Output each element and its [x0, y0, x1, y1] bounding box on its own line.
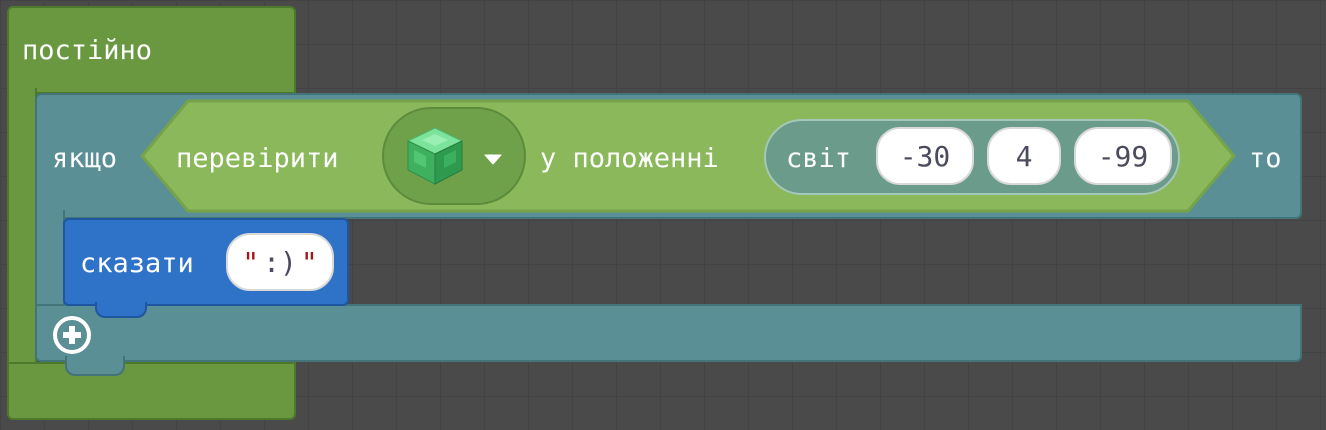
z-value: -99: [1097, 139, 1149, 173]
z-coordinate-input[interactable]: -99: [1074, 127, 1172, 185]
y-coordinate-input[interactable]: 4: [987, 127, 1061, 185]
check-label: перевірити: [176, 143, 339, 174]
if-footer: [35, 304, 1302, 362]
x-value: -30: [899, 139, 951, 173]
if-label: якщо: [52, 143, 118, 174]
chevron-down-icon[interactable]: [484, 150, 502, 165]
position-label: у положенні: [540, 143, 719, 174]
y-value: 4: [1015, 139, 1033, 173]
forever-footer: [7, 362, 296, 420]
forever-label: постійно: [22, 35, 153, 66]
world-label: світ: [786, 143, 852, 174]
forever-side: [7, 88, 37, 368]
if-side: [35, 210, 65, 310]
x-coordinate-input[interactable]: -30: [876, 127, 974, 185]
then-label: то: [1249, 143, 1282, 174]
say-block-notch: [95, 302, 147, 318]
say-text-value: :): [263, 245, 297, 279]
say-text-input[interactable]: " :) ": [226, 233, 334, 291]
if-footer-notch: [65, 356, 125, 376]
plus-circle-icon[interactable]: [51, 314, 93, 356]
quote-close: ": [300, 245, 318, 279]
quote-open: ": [242, 245, 260, 279]
say-label: сказати: [80, 248, 194, 279]
emerald-block-icon: [404, 124, 466, 186]
